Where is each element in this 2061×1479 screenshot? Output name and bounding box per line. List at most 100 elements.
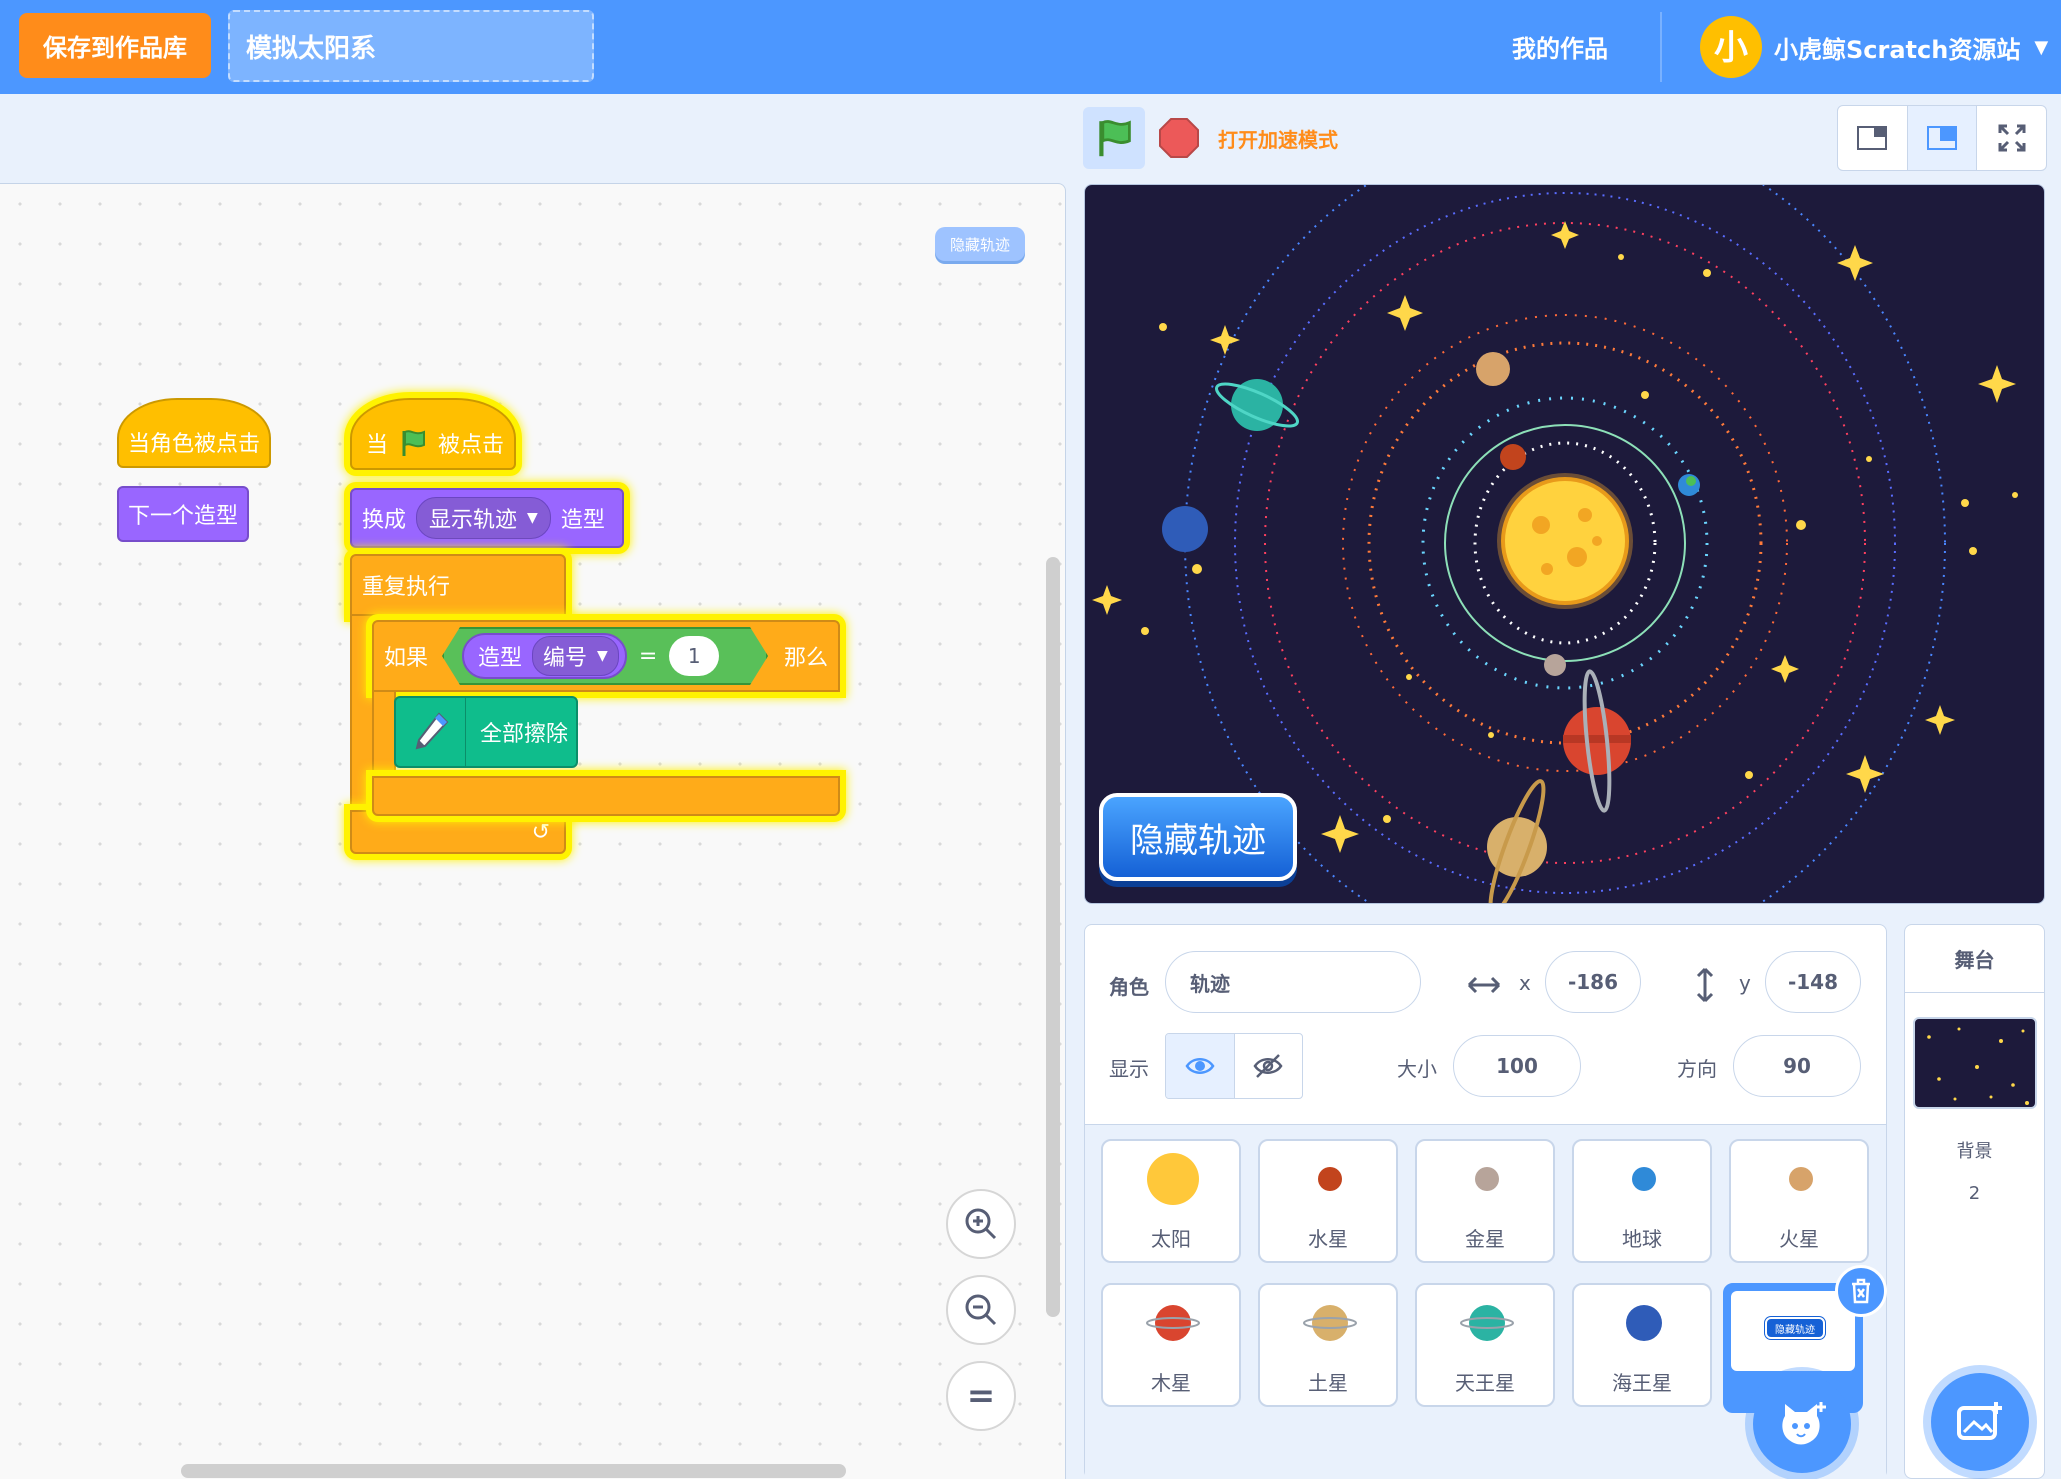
zoom-in-button[interactable] <box>946 1189 1016 1259</box>
pen-clear-block[interactable]: 全部擦除 <box>394 696 578 768</box>
x-position-input[interactable]: -186 <box>1545 951 1641 1013</box>
block-label: 当角色被点击 <box>127 432 260 457</box>
sprite-thumbnail <box>1475 1167 1499 1191</box>
chevron-down-icon: ▼ <box>527 510 538 526</box>
sprite-tile-name: 太阳 <box>1151 1227 1191 1251</box>
zoom-reset-button[interactable]: = <box>946 1361 1016 1431</box>
menu-divider <box>1660 12 1662 82</box>
if-then-block[interactable]: 如果 造型 编号 ▼ = 1 那么 <box>372 620 840 692</box>
sprite-thumbnail: 隐藏轨迹 <box>1731 1291 1855 1371</box>
chevron-down-icon: ▼ <box>597 648 608 664</box>
equals-sign: = <box>638 643 658 669</box>
switch-costume-block[interactable]: 换成 显示轨迹 ▼ 造型 <box>350 488 624 548</box>
stage-canvas[interactable]: 隐藏轨迹 <box>1084 184 2045 904</box>
horizontal-scrollbar[interactable] <box>181 1464 846 1478</box>
stop-button[interactable] <box>1156 115 1202 161</box>
avatar: 小 <box>1700 16 1762 78</box>
loop-arrow-icon: ↺ <box>531 819 550 845</box>
sprite-tile[interactable]: 水星 <box>1258 1139 1398 1263</box>
project-title-input[interactable]: 模拟太阳系 <box>228 10 594 82</box>
account-menu[interactable]: 小 小虎鲸Scratch资源站 ▼ <box>1700 12 2048 82</box>
next-costume-block[interactable]: 下一个造型 <box>117 486 249 542</box>
sprite-tile-name: 地球 <box>1622 1227 1662 1251</box>
sprite-list: 太阳 水星 金星 地球 火星木星 土星 天王星 海王星 隐藏轨迹 <box>1085 1125 1887 1479</box>
x-label: x <box>1519 971 1531 995</box>
sprite-tile[interactable]: 海王星 <box>1572 1283 1712 1407</box>
costume-dropdown[interactable]: 显示轨迹 ▼ <box>416 497 551 539</box>
backdrop-stars <box>1927 1027 2029 1105</box>
sprite-tile[interactable]: 土星 <box>1258 1283 1398 1407</box>
equals-operator-block[interactable]: 造型 编号 ▼ = 1 <box>442 627 768 685</box>
forever-block[interactable]: 重复执行 <box>350 554 566 616</box>
sprite-tile[interactable]: 火星 <box>1729 1139 1869 1263</box>
zoom-in-icon <box>965 1208 997 1240</box>
sprite-name-input[interactable]: 轨迹 <box>1165 951 1421 1013</box>
fullscreen-icon <box>1998 124 2026 152</box>
fullscreen-button[interactable] <box>1977 106 2046 170</box>
choose-backdrop-button[interactable] <box>1931 1373 2029 1471</box>
compare-value-input[interactable]: 1 <box>669 636 719 676</box>
size-label: 大小 <box>1397 1057 1437 1081</box>
add-sprite-cat-icon <box>1782 1402 1826 1445</box>
choose-sprite-button[interactable] <box>1753 1375 1851 1473</box>
costume-number-dropdown[interactable]: 编号 ▼ <box>532 636 619 676</box>
small-stage-button[interactable] <box>1838 106 1908 170</box>
sprite-tile[interactable]: 金星 <box>1415 1139 1555 1263</box>
code-workspace[interactable]: 隐藏轨迹 当角色被点击 下一个造型 当 被点击 换成 显示轨迹 ▼ 造型 重复执… <box>0 183 1066 1479</box>
sprite-info-panel: 角色 轨迹 x -186 y -148 显示 大小 100 方向 90 太阳 水星… <box>1084 924 1887 1479</box>
sprite-thumbnail <box>1626 1305 1662 1341</box>
zoom-out-icon <box>965 1294 997 1326</box>
delete-sprite-button[interactable] <box>1835 1265 1887 1317</box>
sprite-tile[interactable]: 天王星 <box>1415 1283 1555 1407</box>
dropdown-value: 显示轨迹 <box>429 508 518 533</box>
hide-orbit-button[interactable]: 隐藏轨迹 <box>1099 793 1297 881</box>
block-label: 全部擦除 <box>480 722 569 747</box>
sprite-tile-name: 金星 <box>1465 1227 1505 1251</box>
size-input[interactable]: 100 <box>1453 1035 1581 1097</box>
if-block-foot <box>372 776 840 816</box>
costume-reporter[interactable]: 造型 编号 ▼ <box>462 633 627 679</box>
sprite-tile[interactable]: 木星 <box>1101 1283 1241 1407</box>
backdrop-label: 背景 <box>1956 1141 1993 1162</box>
green-flag-button[interactable] <box>1083 107 1145 169</box>
y-position-input[interactable]: -148 <box>1765 951 1861 1013</box>
chevron-down-icon: ▼ <box>2034 36 2049 58</box>
sprite-tile[interactable]: 太阳 <box>1101 1139 1241 1263</box>
sprite-thumbnail <box>1460 1305 1514 1341</box>
forever-block-arm <box>350 614 374 814</box>
block-label: 当 <box>366 433 389 458</box>
stage-pane-title: 舞台 <box>1905 925 2044 993</box>
normal-stage-button[interactable] <box>1907 106 1978 170</box>
visibility-toggle <box>1165 1033 1303 1099</box>
turbo-mode-toggle[interactable]: 打开加速模式 <box>1218 124 1338 153</box>
zoom-out-button[interactable] <box>946 1275 1016 1345</box>
trash-icon <box>1852 1278 1870 1304</box>
show-label: 显示 <box>1109 1057 1149 1081</box>
eye-icon <box>1185 1058 1215 1074</box>
sprite-tile[interactable]: 地球 <box>1572 1139 1712 1263</box>
direction-label: 方向 <box>1677 1057 1717 1081</box>
hide-sprite-button[interactable] <box>1235 1034 1303 1098</box>
block-label: 被点击 <box>438 433 505 458</box>
when-sprite-clicked-block[interactable]: 当角色被点击 <box>117 398 271 468</box>
sprite-tile-name: 土星 <box>1308 1371 1348 1395</box>
forever-block-foot: ↺ <box>350 810 566 854</box>
my-works-link[interactable]: 我的作品 <box>1512 26 1608 66</box>
sprite-thumbnail <box>1146 1305 1200 1341</box>
sprite-thumbnail <box>1147 1153 1199 1205</box>
save-to-library-button[interactable]: 保存到作品库 <box>19 13 211 78</box>
when-flag-clicked-block[interactable]: 当 被点击 <box>350 398 516 470</box>
show-sprite-button[interactable] <box>1166 1034 1235 1098</box>
sun <box>1497 473 1633 609</box>
sprite-thumbnail <box>1318 1167 1342 1191</box>
stage-thumbnail[interactable] <box>1913 1017 2037 1109</box>
vertical-scrollbar[interactable] <box>1046 557 1060 1317</box>
if-block-arm <box>372 690 396 780</box>
pen-icon <box>396 698 466 766</box>
account-name: 小虎鲸Scratch资源站 <box>1774 35 2021 64</box>
vertical-arrows-icon <box>1696 967 1714 1003</box>
workspace-costume-chip[interactable]: 隐藏轨迹 <box>935 227 1025 261</box>
avatar-glyph: 小 <box>1714 28 1748 68</box>
block-label: 如果 <box>384 646 429 671</box>
direction-input[interactable]: 90 <box>1733 1035 1861 1097</box>
